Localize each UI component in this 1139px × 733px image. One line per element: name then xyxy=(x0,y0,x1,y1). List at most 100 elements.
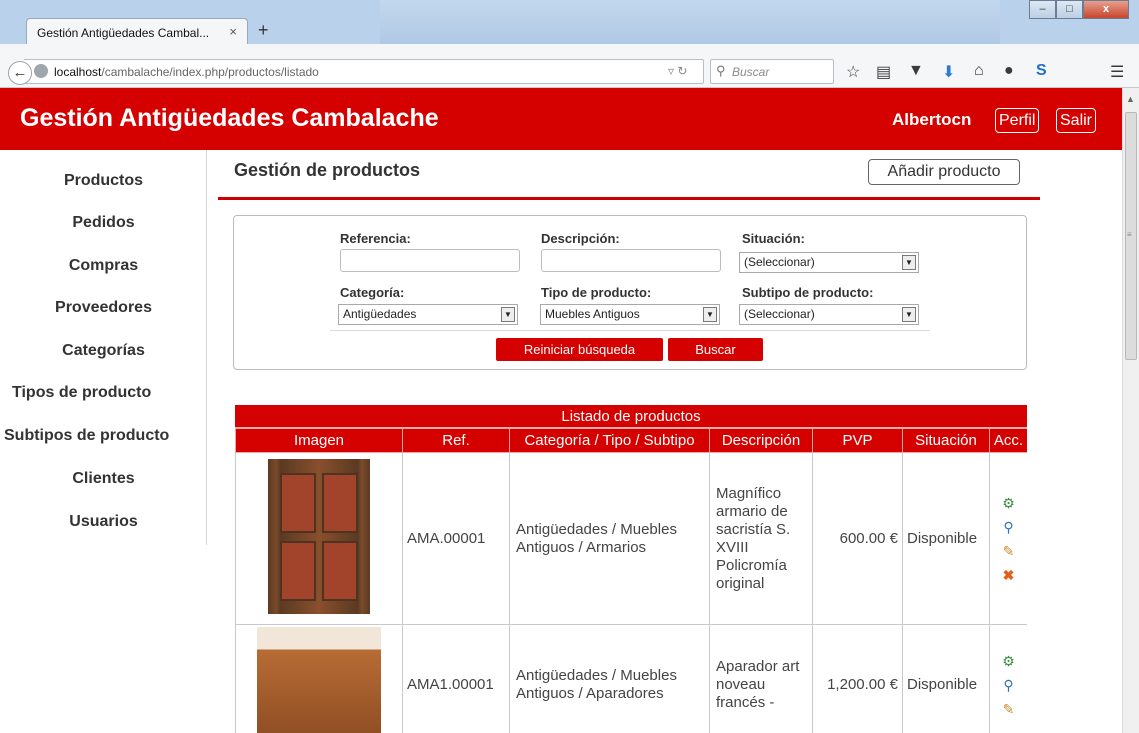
scroll-up-icon[interactable]: ▲ xyxy=(1126,94,1135,104)
product-ref: AMA.00001 xyxy=(402,452,510,625)
back-arrow-icon[interactable]: ← xyxy=(8,61,32,85)
sidebar-item-tipos[interactable]: Tipos de producto xyxy=(0,384,207,402)
col-header-categoria[interactable]: Categoría / Tipo / Subtipo xyxy=(509,428,710,453)
delete-icon[interactable]: ✖ xyxy=(990,567,1027,583)
products-table: Listado de productos Imagen Ref. Categor… xyxy=(235,405,1027,733)
sidebar-item-productos[interactable]: Productos xyxy=(0,172,207,190)
product-image[interactable] xyxy=(268,459,370,614)
subtipo-select[interactable]: (Seleccionar) ▼ xyxy=(739,304,919,325)
tipo-label: Tipo de producto: xyxy=(541,285,652,300)
view-icon[interactable]: ⚲ xyxy=(990,519,1027,535)
pocket-icon[interactable]: ▼ xyxy=(908,62,924,80)
maximize-button[interactable]: □ xyxy=(1056,0,1083,19)
sidebar-item-proveedores[interactable]: Proveedores xyxy=(0,299,207,317)
addon-s-icon[interactable]: S xyxy=(1036,62,1047,80)
product-image-cell xyxy=(235,624,403,733)
tab-title: Gestión Antigüedades Cambal... xyxy=(37,26,210,40)
bookmarks-list-icon[interactable]: ▤ xyxy=(876,62,891,82)
tipo-select[interactable]: Muebles Antiguos ▼ xyxy=(540,304,720,325)
filter-divider xyxy=(330,330,930,331)
new-tab-button[interactable]: + xyxy=(258,20,269,41)
product-ref: AMA1.00001 xyxy=(402,624,510,733)
reset-search-button[interactable]: Reiniciar búsqueda xyxy=(496,338,663,361)
close-window-button[interactable]: x xyxy=(1083,0,1129,19)
table-row: AMA.00001 Antigüedades / Muebles Antiguo… xyxy=(235,452,1027,625)
categoria-label: Categoría: xyxy=(340,285,405,300)
url-host: localhost xyxy=(54,65,102,79)
reload-icon[interactable]: ▿ ↻ xyxy=(668,64,687,78)
home-icon[interactable]: ⌂ xyxy=(974,62,984,80)
sidebar-item-categorias[interactable]: Categorías xyxy=(0,342,207,360)
username: Albertocn xyxy=(892,110,972,129)
sidebar-item-pedidos[interactable]: Pedidos xyxy=(0,214,207,232)
subtipo-label: Subtipo de producto: xyxy=(742,285,874,300)
descripcion-input[interactable] xyxy=(541,249,721,272)
categoria-value: Antigüedades xyxy=(343,307,417,321)
table-row: AMA1.00001 Antigüedades / Muebles Antigu… xyxy=(235,624,1027,733)
edit-pencil-icon[interactable]: ✎ xyxy=(990,543,1027,559)
search-input[interactable] xyxy=(710,59,834,84)
view-icon[interactable]: ⚲ xyxy=(990,677,1027,693)
product-description: Aparador art noveau francés - xyxy=(709,624,813,733)
referencia-label: Referencia: xyxy=(340,231,411,246)
page-title: Gestión de productos xyxy=(234,160,421,180)
actions-cell: ⚙ ⚲ ✎ xyxy=(989,624,1027,733)
product-status: Disponible xyxy=(902,452,990,625)
site-info-icon[interactable] xyxy=(34,64,48,78)
sidebar-item-compras[interactable]: Compras xyxy=(0,257,207,275)
add-to-order-icon[interactable]: ⚙ xyxy=(990,495,1027,511)
col-header-ref[interactable]: Ref. xyxy=(402,428,510,453)
menu-icon[interactable]: ☰ xyxy=(1110,62,1124,82)
sidebar-item-usuarios[interactable]: Usuarios xyxy=(0,513,207,531)
situacion-label: Situación: xyxy=(742,231,805,246)
search-placeholder: Buscar xyxy=(732,65,770,79)
tipo-value: Muebles Antiguos xyxy=(545,307,640,321)
situacion-value: (Seleccionar) xyxy=(744,255,815,269)
product-category: Antigüedades / Muebles Antiguos / Armari… xyxy=(509,452,710,625)
search-icon: ⚲ xyxy=(716,63,726,78)
product-status: Disponible xyxy=(902,624,990,733)
table-caption: Listado de productos xyxy=(235,405,1027,428)
categoria-select[interactable]: Antigüedades ▼ xyxy=(338,304,518,325)
search-button[interactable]: Buscar xyxy=(668,338,763,361)
chevron-down-icon[interactable]: ▼ xyxy=(703,307,717,322)
minimize-button[interactable]: – xyxy=(1029,0,1056,19)
situacion-select[interactable]: (Seleccionar) ▼ xyxy=(739,252,919,273)
scroll-grip-icon: ≡ xyxy=(1127,230,1132,239)
chevron-down-icon[interactable]: ▼ xyxy=(501,307,515,322)
table-header-row: Imagen Ref. Categoría / Tipo / Subtipo D… xyxy=(235,428,1027,453)
col-header-pvp[interactable]: PVP xyxy=(812,428,903,453)
chevron-down-icon[interactable]: ▼ xyxy=(902,255,916,270)
url-text[interactable]: localhost/cambalache/index.php/productos… xyxy=(54,65,319,79)
product-image[interactable] xyxy=(257,626,381,733)
referencia-input[interactable] xyxy=(340,249,520,272)
bookmark-star-icon[interactable]: ☆ xyxy=(846,62,860,82)
col-header-acciones: Acc. xyxy=(989,428,1027,453)
sidebar-item-subtipos[interactable]: Subtipos de producto xyxy=(0,427,207,445)
product-price: 600.00 € xyxy=(812,452,903,625)
descripcion-label: Descripción: xyxy=(541,231,620,246)
product-price: 1,200.00 € xyxy=(812,624,903,733)
chevron-down-icon[interactable]: ▼ xyxy=(902,307,916,322)
title-divider xyxy=(218,197,1040,200)
add-product-button[interactable]: Añadir producto xyxy=(868,159,1020,185)
window-controls: – □ x xyxy=(1029,0,1129,20)
product-description: Magnífico armario de sacristía S. XVIII … xyxy=(709,452,813,625)
tab-close-icon[interactable]: × xyxy=(229,24,237,39)
logout-button[interactable]: Salir xyxy=(1056,108,1097,133)
browser-tab[interactable]: Gestión Antigüedades Cambal... × xyxy=(26,18,248,46)
chat-icon[interactable]: ● xyxy=(1004,62,1014,80)
subtipo-value: (Seleccionar) xyxy=(744,307,815,321)
profile-button[interactable]: Perfil xyxy=(995,108,1040,133)
actions-cell: ⚙ ⚲ ✎ ✖ xyxy=(989,452,1027,625)
sidebar-item-clientes[interactable]: Clientes xyxy=(0,470,207,488)
product-image-cell xyxy=(235,452,403,625)
product-category: Antigüedades / Muebles Antiguos / Aparad… xyxy=(509,624,710,733)
col-header-descripcion[interactable]: Descripción xyxy=(709,428,813,453)
add-to-order-icon[interactable]: ⚙ xyxy=(990,653,1027,669)
app-title: Gestión Antigüedades Cambalache xyxy=(20,104,439,132)
edit-pencil-icon[interactable]: ✎ xyxy=(990,701,1027,717)
downloads-icon[interactable]: ⬇ xyxy=(942,62,955,82)
col-header-imagen[interactable]: Imagen xyxy=(235,428,403,453)
col-header-situacion[interactable]: Situación xyxy=(902,428,990,453)
